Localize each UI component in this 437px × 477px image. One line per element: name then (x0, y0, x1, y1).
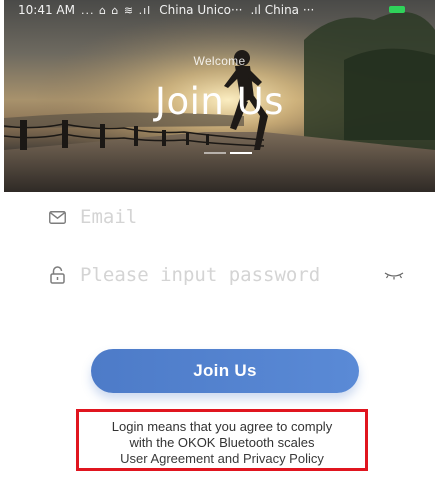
status-carrier-1: China Unico··· (159, 3, 243, 17)
lock-icon (46, 264, 68, 286)
agreement-text-line-2: with the OKOK Bluetooth scales (129, 435, 315, 450)
agreement-text-line-1: Login means that you agree to comply (111, 419, 333, 434)
status-bar: 10:41 AM ... ⌂ ⌂ ≋ .ıl China Unico··· .ı… (4, 0, 435, 20)
agreement-notice: Login means that you agree to comply wit… (76, 409, 368, 471)
hero-banner: 10:41 AM ... ⌂ ⌂ ≋ .ıl China Unico··· .ı… (4, 0, 435, 192)
password-field (46, 258, 406, 292)
join-us-button[interactable]: Join Us (91, 349, 359, 393)
hero-welcome-text: Welcome (193, 54, 246, 68)
envelope-icon (46, 206, 68, 228)
hero-title: Join Us (155, 80, 284, 123)
password-input[interactable] (80, 264, 370, 286)
email-field (46, 200, 406, 234)
join-us-screen: 10:41 AM ... ⌂ ⌂ ≋ .ıl China Unico··· .ı… (0, 0, 437, 477)
carousel-indicators (204, 152, 252, 154)
status-carrier-2: .ıl China ··· (250, 3, 315, 17)
status-time: 10:41 AM (18, 3, 75, 17)
email-input[interactable] (80, 206, 370, 228)
carousel-dot-active[interactable] (230, 152, 252, 154)
eye-closed-icon[interactable] (382, 266, 406, 284)
agreement-policy-link[interactable]: User Agreement and Privacy Policy (79, 451, 365, 467)
carousel-dot[interactable] (204, 152, 226, 154)
battery-icon (389, 6, 405, 13)
status-notification-icons: ... ⌂ ⌂ ≋ .ıl (80, 3, 152, 17)
